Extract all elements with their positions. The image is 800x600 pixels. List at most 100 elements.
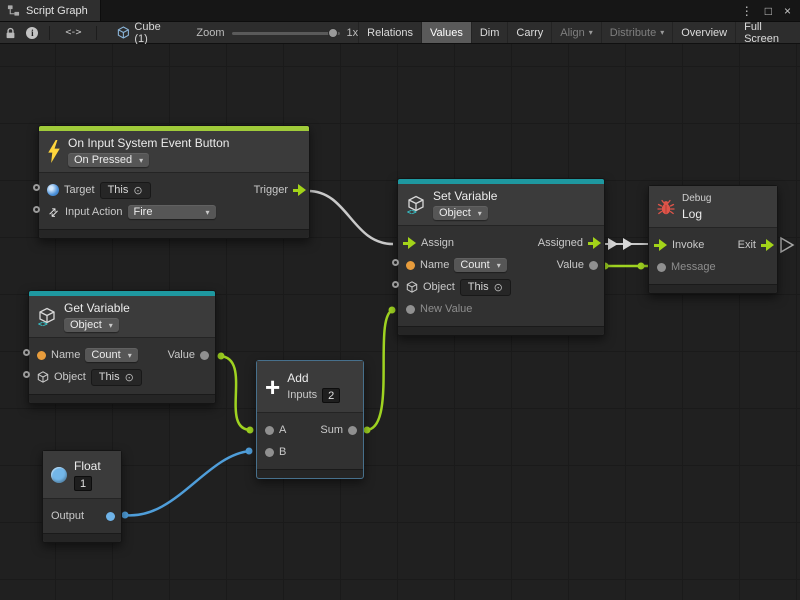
assign-flow-port[interactable] — [403, 237, 416, 249]
variable-cube-icon: <> — [37, 307, 57, 327]
maximize-icon[interactable]: □ — [765, 4, 772, 18]
zoom-slider[interactable] — [232, 27, 340, 39]
caret-down-icon: ▾ — [660, 28, 664, 37]
node-on-input-system-event[interactable]: On Input System Event Button On Pressed … — [38, 125, 310, 239]
port-row-message: Message — [649, 256, 777, 278]
tab-bar: Script Graph ⋮ □ × — [0, 0, 800, 22]
port-row-new-value: New Value — [398, 298, 604, 320]
node-debug-log[interactable]: Debug Log Invoke Exit Message — [648, 185, 778, 294]
target-this-pill[interactable]: This ⊙ — [100, 182, 151, 199]
caret-down-icon: ▾ — [497, 261, 501, 270]
b-label: B — [279, 446, 286, 458]
input-action-icon: ⇄ — [44, 203, 62, 221]
svg-text:<>: <> — [38, 319, 48, 327]
port-row-name: Name Count ▾ Value — [29, 344, 215, 366]
node-subtitle: Debug — [682, 193, 711, 204]
string-type-dot[interactable] — [37, 351, 46, 360]
target-label: Target — [64, 184, 95, 196]
inputs-count-field[interactable]: 2 — [322, 388, 340, 403]
bug-icon — [657, 198, 675, 216]
name-input-port[interactable] — [23, 349, 30, 356]
name-label: Name — [420, 259, 449, 271]
object-label: Object — [54, 371, 86, 383]
node-footer — [398, 326, 604, 335]
object-this-pill[interactable]: This ⊙ — [91, 369, 142, 386]
lock-icon[interactable] — [0, 22, 22, 44]
connections-icon[interactable]: <-> — [56, 22, 89, 44]
node-get-variable[interactable]: <> Get Variable Object ▾ Name Count — [28, 290, 216, 404]
zoom-slider-track[interactable] — [232, 32, 340, 35]
node-add[interactable]: + Add Inputs 2 A Sum — [256, 360, 364, 479]
variable-kind-dropdown[interactable]: Object ▾ — [64, 318, 119, 332]
value-output-port[interactable] — [200, 351, 209, 360]
window-controls: ⋮ □ × — [741, 0, 800, 21]
port-row-output: Output — [43, 505, 121, 527]
carry-button[interactable]: Carry — [507, 22, 551, 43]
node-title: On Input System Event Button — [68, 136, 229, 150]
node-title: Float — [74, 459, 101, 473]
sum-label: Sum — [320, 424, 343, 436]
name-dropdown[interactable]: Count ▾ — [454, 258, 506, 272]
value-label: Value — [168, 349, 195, 361]
zoom-control: Zoom 1x — [196, 27, 358, 39]
message-input-port[interactable] — [657, 263, 666, 272]
value-label: Value — [557, 259, 584, 271]
variable-kind-dropdown[interactable]: Object ▾ — [433, 206, 488, 220]
input-action-port[interactable] — [33, 206, 40, 213]
zoom-slider-handle[interactable] — [328, 28, 338, 38]
dim-button[interactable]: Dim — [471, 22, 508, 43]
overview-button[interactable]: Overview — [672, 22, 735, 43]
relations-button[interactable]: Relations — [358, 22, 421, 43]
port-row-name: Name Count ▾ Value — [398, 254, 604, 276]
values-button[interactable]: Values — [421, 22, 471, 43]
caret-down-icon: ▾ — [589, 28, 593, 37]
a-label: A — [279, 424, 286, 436]
invoke-flow-port[interactable] — [654, 239, 667, 251]
target-input-port[interactable] — [33, 184, 40, 191]
trigger-flow-port[interactable] — [293, 184, 306, 196]
b-input-port[interactable] — [265, 448, 274, 457]
assigned-label: Assigned — [538, 237, 583, 249]
name-input-port[interactable] — [392, 259, 399, 266]
component-icon — [47, 184, 59, 196]
trigger-label: Trigger — [254, 184, 288, 196]
object-input-port[interactable] — [23, 371, 30, 378]
gizmo-target-icon: ⊙ — [133, 184, 142, 197]
object-this-pill[interactable]: This ⊙ — [460, 279, 511, 296]
gizmo-target-icon: ⊙ — [125, 371, 134, 384]
tab-script-graph[interactable]: Script Graph — [0, 0, 101, 21]
name-dropdown[interactable]: Count ▾ — [85, 348, 137, 362]
assigned-flow-port[interactable] — [588, 237, 601, 249]
input-action-dropdown[interactable]: Fire ▾ — [128, 205, 216, 219]
inputs-label: Inputs — [287, 389, 317, 401]
port-row-a: A Sum — [257, 419, 363, 441]
node-float-literal[interactable]: Float 1 Output — [42, 450, 122, 543]
port-row-b: B — [257, 441, 363, 463]
value-output-port[interactable] — [589, 261, 598, 270]
float-value-field[interactable]: 1 — [74, 476, 92, 491]
caret-down-icon: ▾ — [109, 321, 113, 330]
assign-label: Assign — [421, 237, 454, 249]
port-row-object: Object This ⊙ — [398, 276, 604, 298]
exit-flow-port[interactable] — [761, 239, 774, 251]
info-icon[interactable]: i — [22, 22, 44, 44]
string-type-dot[interactable] — [406, 261, 415, 270]
graph-owner[interactable]: Cube (1) — [117, 21, 177, 45]
close-icon[interactable]: × — [784, 4, 791, 18]
node-footer — [29, 394, 215, 403]
toolbar-buttons: Relations Values Dim Carry Align ▾ Distr… — [358, 22, 800, 43]
event-mode-dropdown[interactable]: On Pressed ▾ — [68, 153, 149, 167]
node-set-variable[interactable]: <> Set Variable Object ▾ Assign Assigned — [397, 178, 605, 336]
graph-owner-label: Cube (1) — [134, 21, 176, 45]
a-input-port[interactable] — [265, 426, 274, 435]
align-button[interactable]: Align ▾ — [551, 22, 600, 43]
kebab-menu-icon[interactable]: ⋮ — [741, 4, 753, 18]
distribute-button[interactable]: Distribute ▾ — [601, 22, 672, 43]
output-port[interactable] — [106, 512, 115, 521]
sum-output-port[interactable] — [348, 426, 357, 435]
caret-down-icon: ▾ — [139, 156, 143, 165]
fullscreen-button[interactable]: Full Screen — [735, 22, 800, 43]
graph-canvas[interactable]: On Input System Event Button On Pressed … — [0, 44, 800, 600]
new-value-input-port[interactable] — [406, 305, 415, 314]
object-input-port[interactable] — [392, 281, 399, 288]
